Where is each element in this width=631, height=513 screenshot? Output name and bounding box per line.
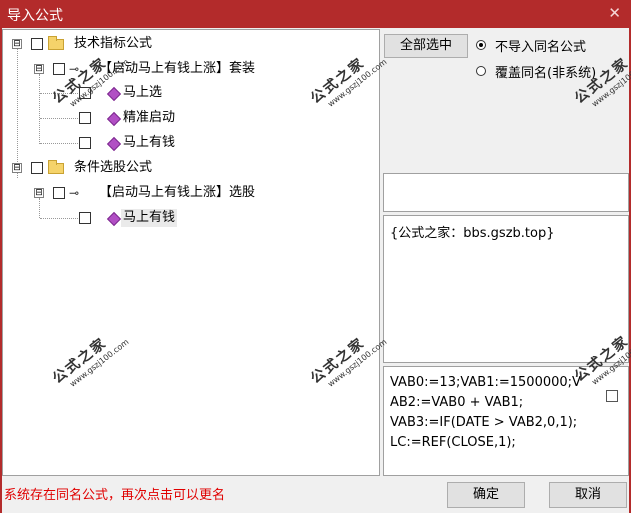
radio-label: 覆盖同名(非系统) [495, 66, 597, 81]
name-input[interactable] [383, 173, 629, 212]
code-line: LC:=REF(CLOSE,1); [390, 435, 516, 450]
tree-item[interactable]: 精准启动 [3, 109, 373, 127]
subgroup-label: 【启动马上有钱上涨】选股 [99, 185, 256, 200]
item-label: 马上选 [123, 85, 163, 100]
radio-button[interactable] [476, 66, 486, 76]
item-label: 马上有钱 [123, 135, 176, 150]
collapse-icon[interactable]: ⊟ [34, 64, 44, 74]
status-message: 系统存在同名公式，再次点击可以更名 [4, 488, 226, 503]
tree-item[interactable]: 马上选 [3, 84, 373, 102]
radio-label: 不导入同名公式 [495, 40, 587, 55]
group-checkbox[interactable] [31, 38, 43, 50]
folder-icon [48, 160, 64, 174]
select-all-button[interactable]: 全部选中 [384, 34, 468, 58]
subgroup-label: 【启动马上有钱上涨】套装 [99, 61, 256, 76]
item-label: 精准启动 [123, 110, 176, 125]
collapse-icon[interactable]: ⊟ [12, 163, 22, 173]
close-icon[interactable]: ✕ [608, 4, 621, 22]
code-line: VAB0:=13;VAB1:=1500000;V [390, 375, 581, 390]
formula-icon [106, 86, 122, 102]
formula-code-panel[interactable]: VAB0:=13;VAB1:=1500000;V AB2:=VAB0 + VAB… [383, 366, 629, 476]
formula-info-panel: {公式之家：bbs.gszb.top} [383, 215, 629, 363]
tree-subgroup[interactable]: ⊟ ⊸ 【启动马上有钱上涨】套装 [3, 60, 373, 78]
collapse-icon[interactable]: ⊟ [34, 188, 44, 198]
radio-button[interactable] [476, 40, 486, 50]
tree-item[interactable]: 马上有钱 [3, 134, 373, 152]
item-checkbox[interactable] [79, 87, 91, 99]
formula-info-text: {公式之家：bbs.gszb.top} [390, 226, 555, 241]
code-line: AB2:=VAB0 + VAB1; [390, 395, 524, 410]
cancel-button[interactable]: 取消 [549, 482, 627, 508]
tree-group[interactable]: ⊟ 条件选股公式 [3, 159, 373, 177]
key-icon: ⊸ [69, 186, 80, 200]
title-bar: 导入公式 ✕ [0, 0, 631, 28]
item-label: 马上有钱 [121, 209, 178, 227]
formula-icon [106, 211, 122, 227]
formula-icon [106, 136, 122, 152]
group-checkbox[interactable] [31, 162, 43, 174]
tree-subgroup[interactable]: ⊟ ⊸ 【启动马上有钱上涨】选股 [3, 184, 373, 202]
group-label: 条件选股公式 [74, 160, 153, 175]
tree-group[interactable]: ⊟ 技术指标公式 [3, 35, 373, 53]
key-icon: ⊸ [69, 62, 80, 76]
item-checkbox[interactable] [79, 137, 91, 149]
tree-item[interactable]: 马上有钱 [3, 209, 373, 227]
code-line: VAB3:=IF(DATE > VAB2,0,1); [390, 415, 578, 430]
formula-icon [106, 111, 122, 127]
formula-tree[interactable]: ⊟ 技术指标公式 ⊟ ⊸ 【启动马上有钱上涨】套装 马上选 精准启动 马上有钱 … [2, 29, 380, 476]
collapse-icon[interactable]: ⊟ [12, 39, 22, 49]
window-title: 导入公式 [7, 8, 63, 24]
group-label: 技术指标公式 [74, 36, 153, 51]
code-checkbox[interactable] [606, 390, 618, 402]
ok-button[interactable]: 确定 [447, 482, 525, 508]
subgroup-checkbox[interactable] [53, 187, 65, 199]
item-checkbox[interactable] [79, 112, 91, 124]
item-checkbox[interactable] [79, 212, 91, 224]
folder-icon [48, 36, 64, 50]
subgroup-checkbox[interactable] [53, 63, 65, 75]
